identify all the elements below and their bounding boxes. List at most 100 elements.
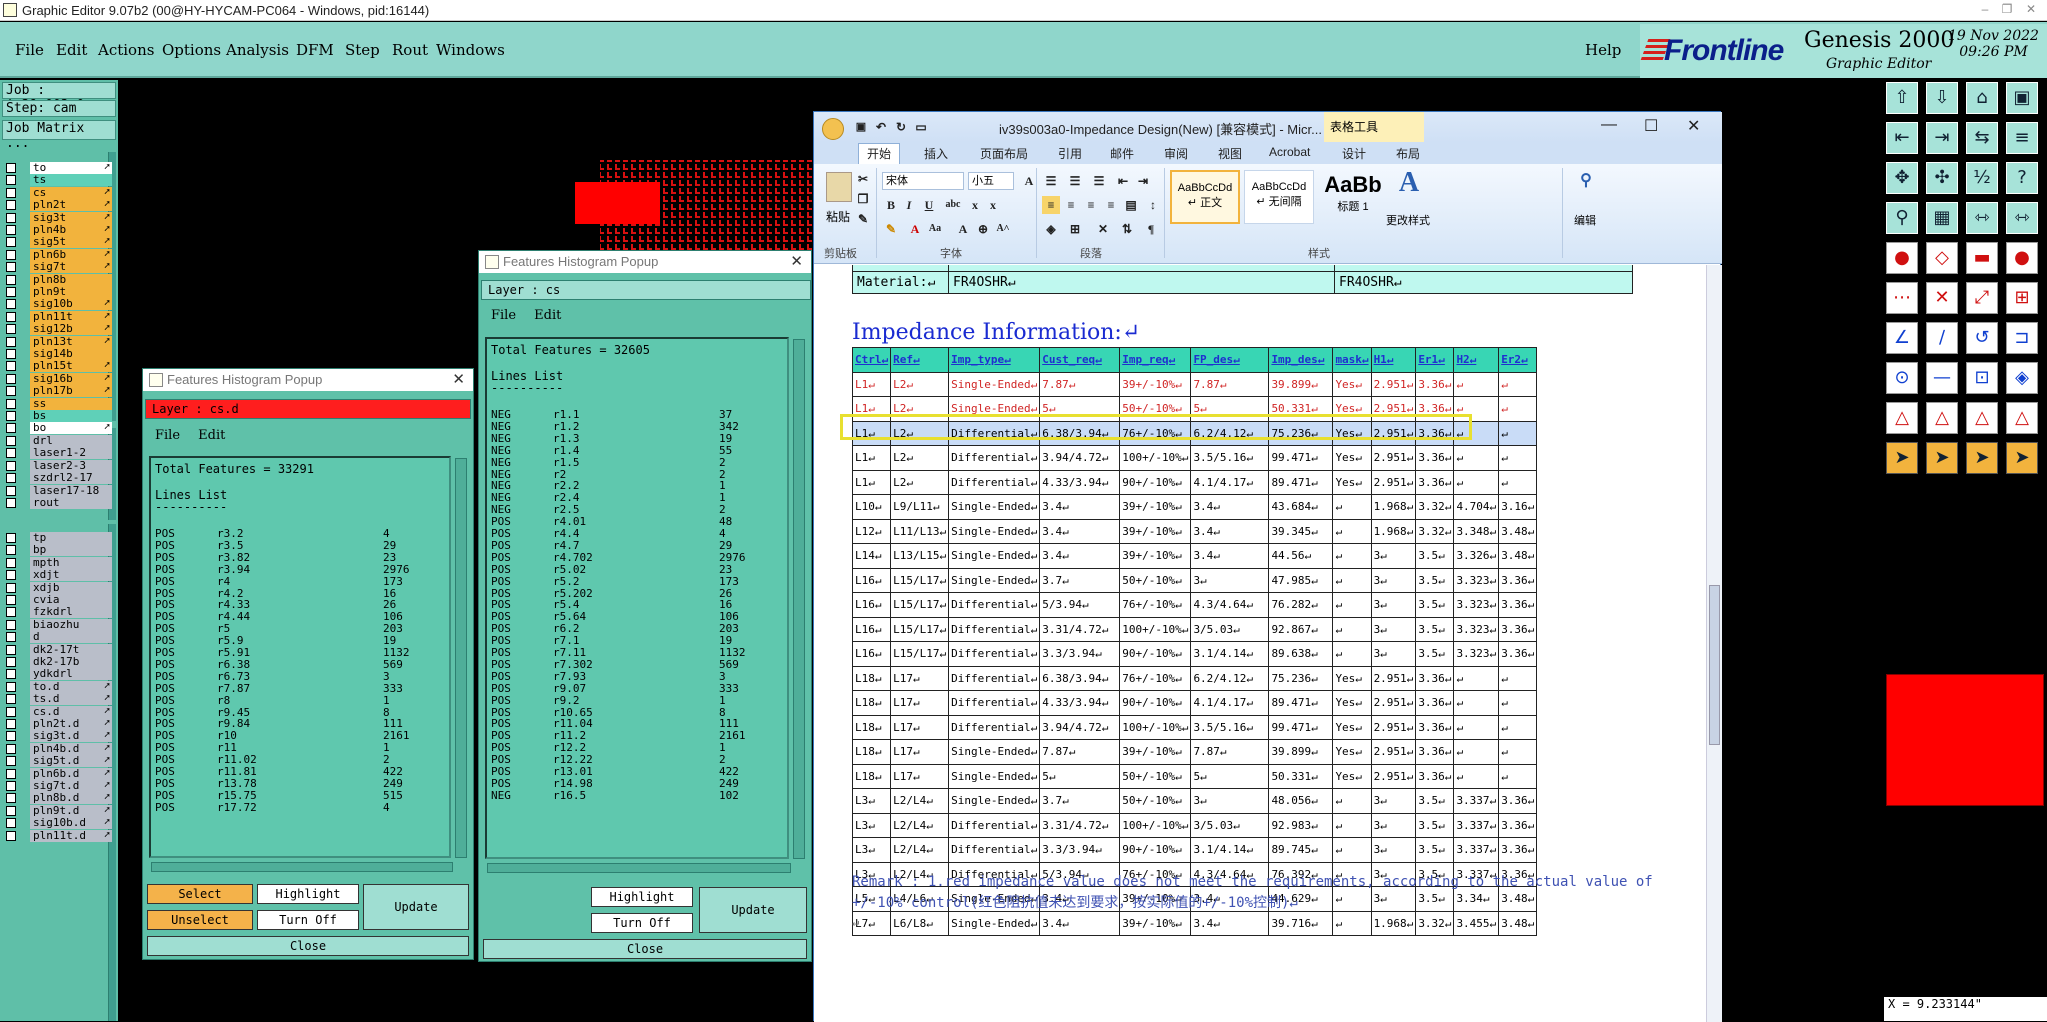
histogram-row[interactable]: POS r5.202 26 <box>491 587 741 600</box>
histogram-row[interactable]: POS r7.302 569 <box>491 658 741 671</box>
layer-name[interactable]: dk2-17t <box>30 643 112 656</box>
layer-name[interactable]: ts.d ➚ <box>30 693 112 706</box>
menu-step[interactable]: Step <box>345 41 380 59</box>
numbering-icon[interactable]: ☰ <box>1066 172 1084 190</box>
table-row[interactable]: L16↵ L15/L17↵ Differential↵ 3.31/4.72↵ 100+/… <box>851 616 1538 642</box>
layer-checkbox[interactable] <box>6 719 16 729</box>
tab-design[interactable]: 设计 <box>1342 145 1366 162</box>
histogram-row[interactable]: POS r4.2 16 <box>155 587 405 600</box>
tab-references[interactable]: 引用 <box>1058 145 1082 162</box>
layer-row[interactable]: d <box>6 631 114 644</box>
menu-rout[interactable]: Rout <box>392 41 428 59</box>
undo-icon[interactable]: ↶ <box>872 118 890 136</box>
histogram-row[interactable]: POS r5 203 <box>155 623 405 635</box>
diamond-icon[interactable]: ◈ <box>2006 362 2038 394</box>
layer-row[interactable]: pln9t.d ➚ <box>6 804 114 817</box>
menu-dfm[interactable]: DFM <box>296 41 334 59</box>
list-icon[interactable]: ≡ <box>2006 122 2038 154</box>
array-icon[interactable]: ⊞ <box>2006 282 2038 314</box>
layer-checkbox[interactable] <box>6 681 16 692</box>
layer-checkbox[interactable] <box>6 448 16 459</box>
next-icon[interactable]: ⇥ <box>1926 122 1958 154</box>
histogram-row[interactable]: POS r9.84 111 <box>155 718 405 730</box>
layer-row[interactable]: pln11t.d ➚ <box>6 829 114 842</box>
open-icon[interactable]: ▭ <box>912 118 930 136</box>
layer-name[interactable]: tp <box>30 532 112 544</box>
office-button-icon[interactable] <box>822 118 844 140</box>
layer-checkbox[interactable] <box>6 361 16 372</box>
layer-row[interactable]: pln4b ➚ <box>6 224 114 236</box>
tri-icon[interactable]: △ <box>1886 402 1918 434</box>
layer-row[interactable]: pln6b.d ➚ <box>6 767 114 780</box>
connect-icon[interactable]: ⋯ <box>1886 282 1918 314</box>
menu-edit[interactable]: Edit <box>534 308 561 323</box>
align-right-icon[interactable]: ≡ <box>1082 196 1100 214</box>
layer-checkbox[interactable] <box>6 262 16 273</box>
layer-name[interactable]: bs <box>30 410 112 422</box>
layer-name[interactable]: ydkdrl <box>30 668 112 681</box>
layer-row[interactable]: sig10b.d ➚ <box>6 817 114 830</box>
layer-checkbox[interactable] <box>6 731 16 742</box>
outline-icon[interactable]: ◇ <box>1926 242 1958 274</box>
layer-checkbox[interactable] <box>6 163 16 173</box>
table-tools-tab[interactable]: 表格工具 <box>1324 112 1424 142</box>
layer-row[interactable]: szdrl2-17 <box>6 472 114 485</box>
layer-name[interactable]: ss <box>30 397 112 410</box>
layer-row[interactable]: biaozhu <box>6 618 114 631</box>
layer-checkbox[interactable] <box>6 805 16 816</box>
tri4-icon[interactable]: △ <box>2006 402 2038 434</box>
layer-name[interactable]: biaozhu <box>30 618 112 631</box>
tab-review[interactable]: 审阅 <box>1164 145 1188 162</box>
layer-name[interactable]: pln11t ➚ <box>30 310 112 323</box>
layer-name[interactable]: sig14b <box>30 348 112 360</box>
unselect-button[interactable]: Unselect <box>147 910 253 930</box>
histogram-row[interactable]: POS r7.93 3 <box>491 670 741 683</box>
layer-checkbox[interactable] <box>6 557 16 568</box>
editing-label[interactable]: 编辑 <box>1574 212 1596 228</box>
layer-name[interactable]: drl <box>30 435 112 447</box>
histogram-row[interactable]: NEG r2.4 1 <box>491 492 741 504</box>
layer-checkbox[interactable] <box>6 225 16 235</box>
borders-icon[interactable]: ⊞ <box>1066 220 1084 238</box>
layer-checkbox[interactable] <box>6 632 16 643</box>
histogram-row[interactable]: POS r7.11 1132 <box>491 647 746 659</box>
layer-row[interactable]: fzkdrl <box>6 606 114 619</box>
layer-checkbox[interactable] <box>6 694 16 705</box>
layer-checkbox[interactable] <box>6 582 16 593</box>
style-normal[interactable]: AaBbCcDd ↵ 正文 <box>1170 170 1240 224</box>
layer-name[interactable]: pln2t.d ➚ <box>30 718 112 730</box>
menu-windows[interactable]: Windows <box>436 41 505 59</box>
layer-checkbox[interactable] <box>6 473 16 484</box>
cursor2-icon[interactable]: ➤ <box>1926 442 1958 474</box>
align-center-icon[interactable]: ≡ <box>1062 196 1080 214</box>
layer-checkbox[interactable] <box>6 793 16 804</box>
histogram-row[interactable]: POS r9.07 333 <box>491 682 741 695</box>
table-row[interactable]: L3↵ L2/L4↵ Differential↵ 3.3/3.94↵ 90+/-10%↵… <box>851 837 1538 863</box>
multilevel-icon[interactable]: ☰ <box>1090 172 1108 190</box>
font-color-icon[interactable]: A <box>906 220 924 238</box>
cursor4-icon[interactable]: ➤ <box>2006 442 2038 474</box>
table-row[interactable]: L14↵ L13/L15↵ Single-Ended↵ 3.4↵ 39+/-10%↵ 3.… <box>851 543 1538 569</box>
close-icon[interactable]: ✕ <box>452 369 465 391</box>
paste-icon[interactable] <box>826 172 852 202</box>
job-matrix-button[interactable]: Job Matrix ... <box>2 120 116 151</box>
histogram-scrollbar[interactable] <box>793 339 805 859</box>
pad-icon[interactable]: ● <box>1886 242 1918 274</box>
histogram-row[interactable]: POS r11.02 2 <box>155 754 405 766</box>
layer-row[interactable]: xdjt <box>6 569 114 582</box>
close-icon[interactable]: ✕ <box>790 251 803 273</box>
histogram-row[interactable]: NEG r1.3 19 <box>491 432 741 445</box>
table-row[interactable]: L16↵ L15/L17↵ Single-Ended↵ 3.7↵ 50+/-10%↵ 3↵… <box>851 567 1538 593</box>
layer-name[interactable]: laser2-3 <box>30 459 112 472</box>
layer-name[interactable]: d <box>30 631 112 644</box>
format-painter-icon[interactable]: ✎ <box>854 210 872 228</box>
histogram-row[interactable]: POS r6.38 569 <box>155 658 405 671</box>
layer-name[interactable]: sig12b ➚ <box>30 323 112 336</box>
layer-checkbox[interactable] <box>6 373 16 384</box>
histogram-row[interactable]: POS r9.2 1 <box>491 694 741 707</box>
histogram-row[interactable]: POS r5.4 16 <box>491 599 741 611</box>
change-styles-label[interactable]: 更改样式 <box>1386 212 1430 228</box>
move-icon[interactable]: ⤢ <box>1966 282 1998 314</box>
dot-icon[interactable]: ● <box>2006 242 2038 274</box>
layer-checkbox[interactable] <box>6 274 16 285</box>
